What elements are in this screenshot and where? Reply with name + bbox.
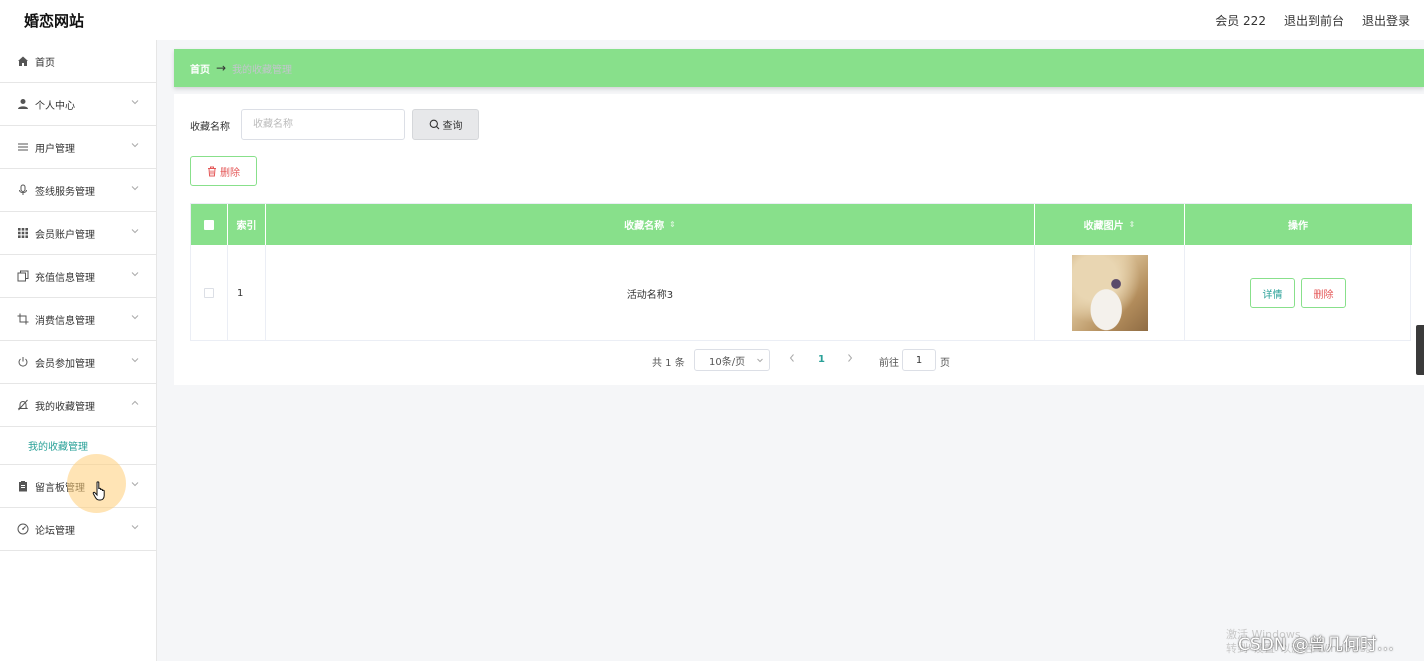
sidebar-item-favorites[interactable]: 我的收藏管理 [0,384,156,427]
row-index: 1 [228,245,266,341]
app-title: 婚恋网站 [24,12,85,30]
chevron-right-icon [848,354,853,362]
search-button-label: 查询 [442,121,463,132]
gauge-icon [17,523,29,535]
sort-icon[interactable]: ⇕ [1129,220,1136,229]
sidebar-item-consumption[interactable]: 消费信息管理 [0,298,156,341]
header-select-all[interactable] [191,204,228,245]
select-all-checkbox[interactable] [204,219,214,230]
sidebar-item-label: 个人中心 [35,100,75,112]
microphone-icon [17,184,29,196]
header-label: 收藏图片 [1083,221,1124,232]
submenu-item-label[interactable]: 我的收藏管理 [28,438,88,453]
sidebar-item-label: 论坛管理 [35,525,75,537]
sidebar-item-member-account[interactable]: 会员账户管理 [0,212,156,255]
header-favorite-image[interactable]: 收藏图片 ⇕ [1035,204,1185,245]
sidebar-item-personal[interactable]: 个人中心 [0,83,156,126]
breadcrumb-home[interactable]: 首页 [190,61,210,76]
chevron-down-icon [130,479,140,489]
power-icon [17,356,29,368]
sidebar-item-label: 会员参加管理 [35,358,95,370]
row-actions: 详情 删除 [1185,245,1411,341]
copy-icon [17,270,29,282]
row-favorite-name: 活动名称3 [266,245,1035,341]
main-panel: 收藏名称 查询 删除 索引 收藏名称 ⇕ 收藏图片 ⇕ 操作 1 活动名称3 详情 … [174,94,1424,385]
logout-link[interactable]: 退出登录 [1362,12,1410,29]
table-header: 索引 收藏名称 ⇕ 收藏图片 ⇕ 操作 [191,204,1412,245]
clipboard-icon [17,480,29,492]
home-icon [17,55,29,67]
grid-icon [17,227,29,239]
top-actions: 会员 222 退出到前台 退出登录 [1215,12,1410,29]
next-page-button[interactable] [846,353,854,366]
sidebar-item-home[interactable]: 首页 [0,40,156,83]
sidebar-item-label: 我的收藏管理 [35,401,95,413]
pagination: 共 1 条 10条/页 1 前往 页 [174,348,1424,372]
csdn-watermark: CSDN @曾几何时… [1238,635,1394,655]
sidebar: 首页 个人中心 用户管理 签线服务管理 会员账户管理 充值信息管理 消费信息管理… [0,40,157,661]
sidebar-item-label: 签线服务管理 [35,186,95,198]
goto-label: 前往 [879,358,899,369]
side-scroll-handle[interactable] [1416,325,1424,375]
sidebar-item-label: 充值信息管理 [35,272,95,284]
user-icon [17,98,29,110]
detail-button[interactable]: 详情 [1250,278,1295,308]
trash-icon [208,166,216,176]
sidebar-item-recharge[interactable]: 充值信息管理 [0,255,156,298]
chevron-down-icon [130,97,140,107]
chevron-down-icon [130,312,140,322]
pagination-total: 共 1 条 [652,358,685,369]
list-icon [17,141,29,153]
row-select-cell [191,245,228,341]
page-size-select[interactable]: 10条/页 [694,349,770,371]
search-input[interactable] [241,109,405,140]
chevron-down-icon [130,355,140,365]
member-label: 会员 222 [1215,14,1266,28]
sidebar-item-signing-service[interactable]: 签线服务管理 [0,169,156,212]
favorite-thumbnail[interactable] [1071,255,1148,331]
search-button[interactable]: 查询 [412,109,479,140]
chevron-left-icon [789,354,794,362]
header-label: 收藏名称 [624,221,665,232]
delete-button[interactable]: 删除 [190,156,257,186]
breadcrumb-current: 我的收藏管理 [232,64,293,76]
row-checkbox[interactable] [204,288,214,298]
chevron-down-icon [130,522,140,532]
page-size-value: 10条/页 [709,356,746,368]
top-bar: 婚恋网站 会员 222 退出到前台 退出登录 [0,0,1424,40]
chevron-down-icon [130,183,140,193]
favorites-table: 索引 收藏名称 ⇕ 收藏图片 ⇕ 操作 1 活动名称3 详情 删除 [190,203,1412,341]
sidebar-item-label: 首页 [35,57,55,69]
search-icon [429,119,439,130]
header-index: 索引 [228,204,266,245]
goto-page-input[interactable] [902,349,936,371]
header-actions: 操作 [1288,221,1308,232]
sort-icon[interactable]: ⇕ [669,220,676,229]
search-label: 收藏名称 [190,122,230,133]
chevron-down-icon [130,269,140,279]
chevron-down-icon [756,356,764,367]
sidebar-item-label: 会员账户管理 [35,229,95,241]
header-favorite-name[interactable]: 收藏名称 ⇕ [266,204,1035,245]
hand-cursor-icon [92,481,108,501]
crop-icon [17,313,29,325]
row-delete-button[interactable]: 删除 [1301,278,1346,308]
prev-page-button[interactable] [788,353,796,366]
chevron-down-icon [130,140,140,150]
sidebar-item-member-join[interactable]: 会员参加管理 [0,341,156,384]
page-suffix: 页 [940,358,950,369]
sidebar-item-forum[interactable]: 论坛管理 [0,508,156,551]
breadcrumb: 首页 → 我的收藏管理 [174,49,1424,87]
bell-off-icon [17,399,29,411]
chevron-down-icon [130,226,140,236]
delete-button-label: 删除 [220,167,240,179]
sidebar-item-label: 用户管理 [35,143,75,155]
row-image-cell [1035,245,1185,341]
sidebar-item-users[interactable]: 用户管理 [0,126,156,169]
sidebar-item-label: 消费信息管理 [35,315,95,327]
breadcrumb-separator: → [216,61,227,75]
goto-front-link[interactable]: 退出到前台 [1284,12,1344,29]
chevron-up-icon [130,398,140,408]
page-number[interactable]: 1 [818,354,825,365]
